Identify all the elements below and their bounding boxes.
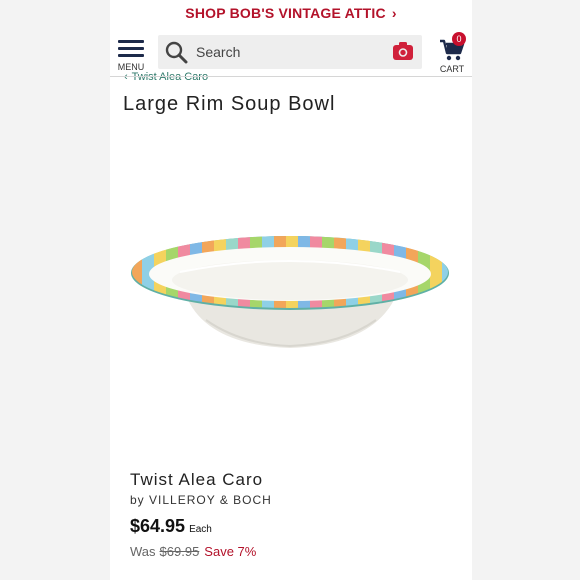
cart-button[interactable]: 0 CART <box>434 32 470 74</box>
price-unit: Each <box>189 524 212 535</box>
breadcrumb-label: Twist Alea Caro <box>131 71 209 83</box>
was-label: Was <box>130 544 156 559</box>
product-image[interactable] <box>110 130 472 450</box>
price-block: $64.95 Each <box>130 516 212 537</box>
was-price-line: Was $69.95 Save 7% <box>130 544 256 559</box>
hamburger-icon <box>118 40 144 58</box>
search-icon <box>165 41 188 64</box>
camera-icon[interactable] <box>392 41 414 61</box>
promo-banner-link[interactable]: SHOP BOB'S VINTAGE ATTIC › <box>110 0 472 26</box>
brand-prefix: by <box>130 493 145 507</box>
brand-name[interactable]: VILLEROY & BOCH <box>149 493 272 507</box>
promo-text: SHOP BOB'S VINTAGE ATTIC <box>185 5 386 21</box>
soup-bowl-image <box>131 236 449 348</box>
collection-name: Twist Alea Caro <box>130 470 264 489</box>
chevron-right-icon: › <box>391 5 397 21</box>
product-page: SHOP BOB'S VINTAGE ATTIC › MENU Search 0… <box>110 0 472 580</box>
breadcrumb-link[interactable]: ‹ Twist Alea Caro <box>124 71 208 83</box>
cart-count-badge: 0 <box>452 32 466 46</box>
save-percent: Save 7% <box>204 544 257 559</box>
cart-label: CART <box>439 64 465 74</box>
brand-line: by VILLEROY & BOCH <box>130 493 272 507</box>
product-title: Large Rim Soup Bowl <box>123 93 336 115</box>
search-input[interactable]: Search <box>196 44 240 60</box>
was-price: $69.95 <box>159 544 200 559</box>
price-value: $64.95 <box>130 516 186 536</box>
site-header: MENU Search 0 CART <box>110 30 472 74</box>
search-bar[interactable]: Search <box>158 35 422 69</box>
header-divider <box>110 76 472 77</box>
chevron-left-icon: ‹ <box>124 71 128 83</box>
menu-button[interactable]: MENU <box>116 34 146 74</box>
